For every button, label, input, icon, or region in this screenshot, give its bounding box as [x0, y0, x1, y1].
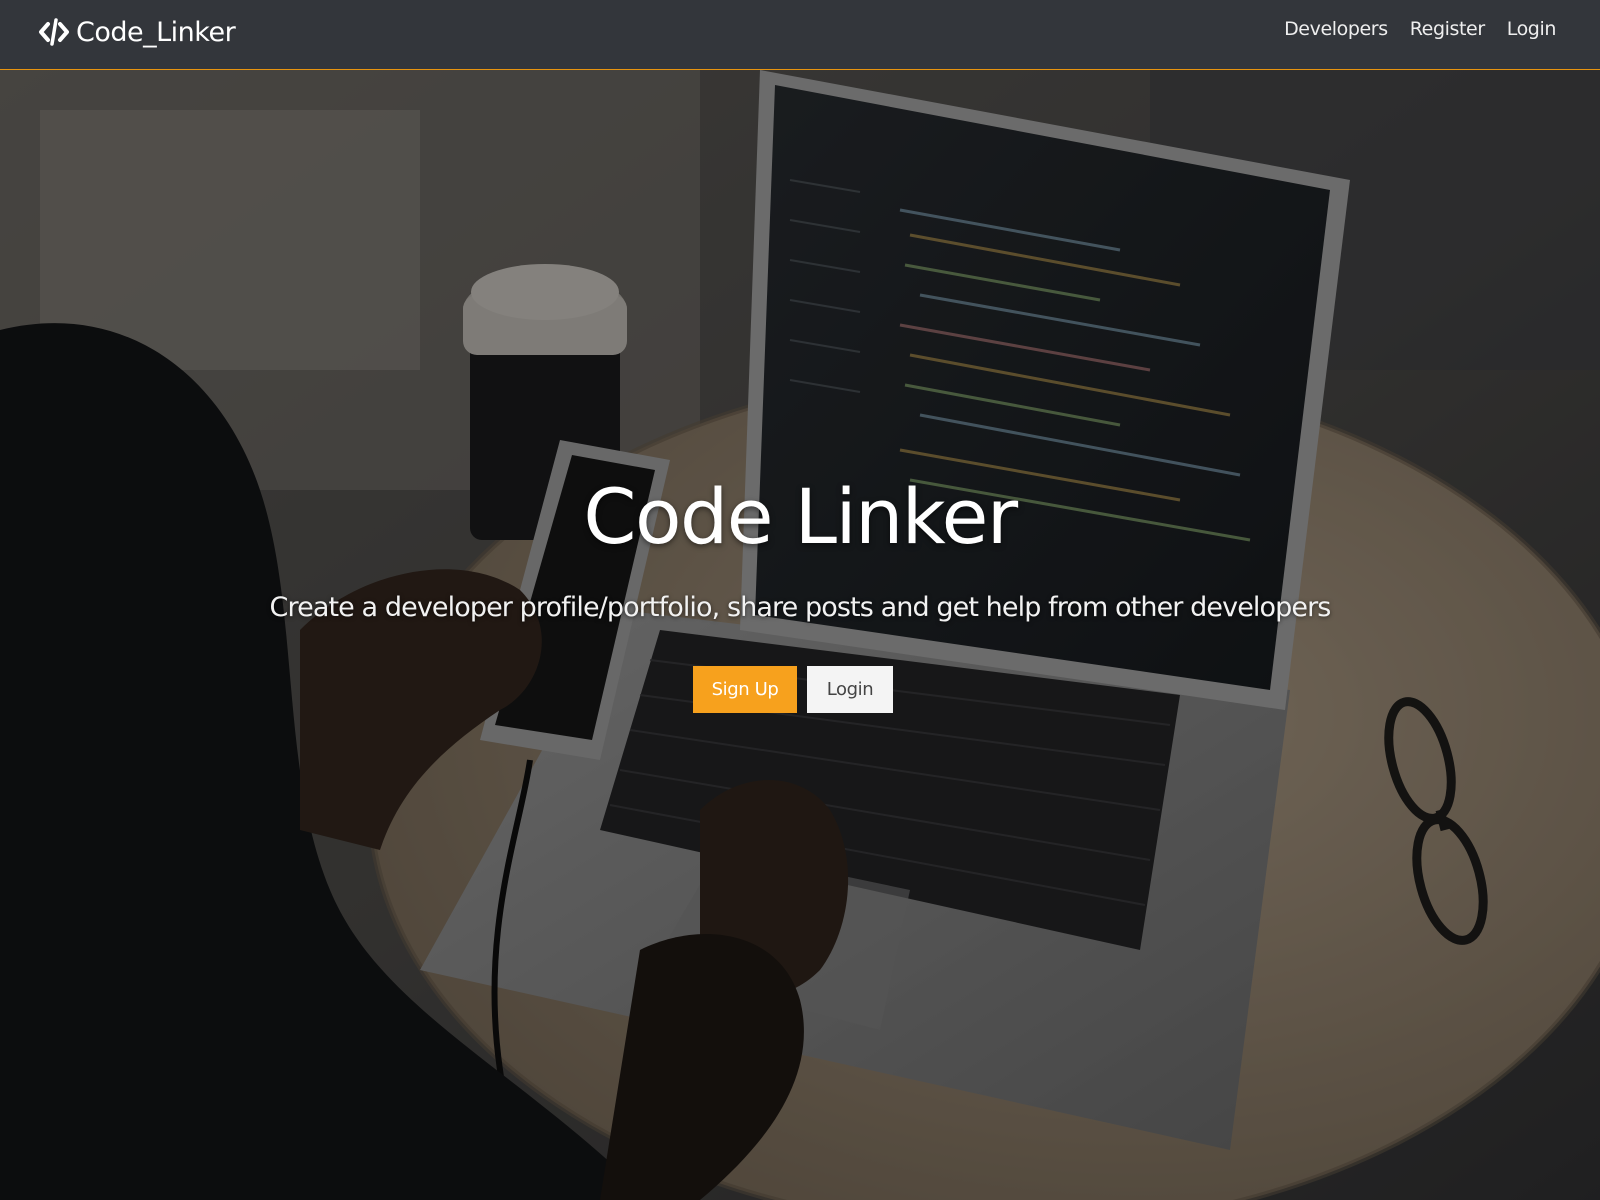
login-button[interactable]: Login: [807, 666, 893, 713]
landing-page: Code_Linker Developers Register Login Co…: [0, 0, 1600, 1200]
nav-link-login[interactable]: Login: [1507, 18, 1557, 40]
sign-up-button[interactable]: Sign Up: [693, 666, 797, 713]
nav-link-developers[interactable]: Developers: [1284, 18, 1388, 40]
navbar: Code_Linker Developers Register Login: [0, 0, 1600, 70]
hero-title: Code Linker: [583, 472, 1018, 561]
brand-link[interactable]: Code_Linker: [38, 14, 236, 50]
brand-name: Code_Linker: [76, 16, 236, 48]
nav-links: Developers Register Login: [1284, 18, 1556, 40]
hero-background: [0, 70, 1600, 1200]
nav-link-register[interactable]: Register: [1410, 18, 1485, 40]
code-icon: [39, 18, 69, 46]
hero-subtitle: Create a developer profile/portfolio, sh…: [269, 592, 1332, 623]
hero-overlay: [0, 70, 1600, 1200]
hero-buttons: Sign Up Login: [693, 666, 893, 713]
